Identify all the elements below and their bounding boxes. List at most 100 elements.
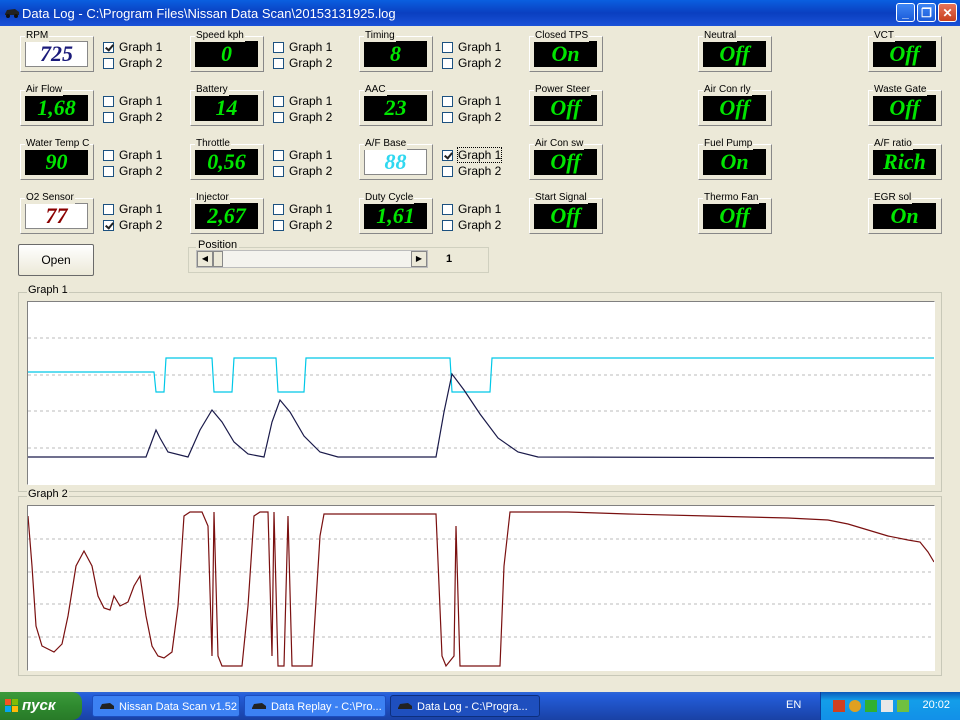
checkbox-graph-1[interactable]: Graph 1 — [273, 202, 332, 216]
checkbox-graph-1[interactable]: Graph 1 — [442, 147, 503, 163]
checkbox-box[interactable] — [273, 150, 284, 161]
gauge-value: 23 — [364, 95, 427, 121]
checkbox-graph-2[interactable]: Graph 2 — [442, 218, 501, 232]
checkbox-graph-2[interactable]: Graph 2 — [103, 56, 162, 70]
tray-clock-icon[interactable] — [849, 700, 861, 712]
open-button[interactable]: Open — [18, 244, 94, 276]
checkbox-graph-2[interactable]: Graph 2 — [442, 164, 501, 178]
task-data-log[interactable]: Data Log - C:\Progra... — [390, 695, 540, 717]
gauge-value: 88 — [364, 149, 427, 175]
gauge-label: Air Con rly — [703, 84, 752, 96]
checkbox-label: Graph 2 — [458, 164, 502, 178]
checkbox-box[interactable] — [442, 204, 453, 215]
tray-app-icon[interactable] — [833, 700, 845, 712]
gauge-label: AAC — [364, 84, 387, 96]
tray-network-icon[interactable] — [897, 700, 909, 712]
checkbox-box[interactable] — [103, 112, 114, 123]
checkbox-graph-2[interactable]: Graph 2 — [442, 56, 501, 70]
checkbox-box[interactable] — [442, 96, 453, 107]
checkbox-graph-1[interactable]: Graph 1 — [273, 40, 332, 54]
checkbox-box[interactable] — [442, 220, 453, 231]
gauge-value: 2,67 — [195, 203, 258, 229]
position-scrollbar[interactable]: ◀ ▶ — [196, 250, 428, 268]
restore-button[interactable]: ❐ — [917, 3, 936, 22]
checkbox-graph-1[interactable]: Graph 1 — [103, 40, 162, 54]
gauge-label: RPM — [25, 30, 50, 42]
checkbox-label: Graph 1 — [289, 202, 333, 216]
language-indicator[interactable]: EN — [786, 699, 801, 711]
checkbox-graph-2[interactable]: Graph 2 — [103, 110, 162, 124]
scroll-right-icon[interactable]: ▶ — [411, 251, 427, 267]
task-nissan-data-scan[interactable]: Nissan Data Scan v1.52 — [92, 695, 240, 717]
gauge-label: Waste Gate — [873, 84, 928, 96]
checkbox-label: Graph 1 — [289, 40, 333, 54]
checkbox-graph-1[interactable]: Graph 1 — [103, 94, 162, 108]
checkbox-label: Graph 1 — [289, 94, 333, 108]
gauge-value: 90 — [25, 149, 88, 175]
gauge-value: Rich — [873, 149, 936, 175]
checkbox-box[interactable] — [273, 112, 284, 123]
checkbox-graph-2[interactable]: Graph 2 — [442, 110, 501, 124]
checkbox-graph-1[interactable]: Graph 1 — [442, 40, 501, 54]
minimize-button[interactable]: _ — [896, 3, 915, 22]
graph-1-canvas — [28, 337, 935, 459]
gauge-label: Duty Cycle — [364, 192, 415, 204]
checkbox-graph-2[interactable]: Graph 2 — [273, 110, 332, 124]
checkbox-box[interactable] — [273, 96, 284, 107]
checkbox-box[interactable] — [442, 112, 453, 123]
checkbox-box[interactable] — [103, 42, 114, 53]
checkbox-box[interactable] — [103, 150, 114, 161]
checkbox-box[interactable] — [273, 204, 284, 215]
gauge-value: 0 — [195, 41, 258, 67]
gauge-label: Timing — [364, 30, 396, 42]
checkbox-graph-2[interactable]: Graph 2 — [103, 218, 162, 232]
checkbox-label: Graph 1 — [119, 94, 163, 108]
checkbox-graph-1[interactable]: Graph 1 — [103, 202, 162, 216]
scroll-thumb[interactable] — [213, 251, 223, 267]
checkbox-graph-1[interactable]: Graph 1 — [442, 202, 501, 216]
checkbox-box[interactable] — [273, 166, 284, 177]
scroll-left-icon[interactable]: ◀ — [197, 251, 213, 267]
gauge-value: 0,56 — [195, 149, 258, 175]
tray-security-icon[interactable] — [865, 700, 877, 712]
checkbox-box[interactable] — [103, 96, 114, 107]
gauge-value: Off — [703, 95, 766, 121]
task-data-replay[interactable]: Data Replay - C:\Pro... — [244, 695, 386, 717]
checkbox-box[interactable] — [273, 58, 284, 69]
gauge-value: Off — [534, 95, 597, 121]
checkbox-graph-1[interactable]: Graph 1 — [442, 94, 501, 108]
checkbox-box[interactable] — [103, 58, 114, 69]
checkbox-box[interactable] — [103, 166, 114, 177]
checkbox-box[interactable] — [442, 58, 453, 69]
checkbox-box[interactable] — [273, 42, 284, 53]
checkbox-graph-2[interactable]: Graph 2 — [273, 218, 332, 232]
gauge-value: On — [703, 149, 766, 175]
task-label: Data Log - C:\Progra... — [417, 701, 528, 713]
checkbox-box[interactable] — [442, 150, 453, 161]
window-title: Data Log - C:\Program Files\Nissan Data … — [22, 6, 396, 21]
gauge-value: On — [534, 41, 597, 67]
checkbox-label: Graph 1 — [456, 147, 503, 163]
gauge-label: Closed TPS — [534, 30, 590, 42]
graph-1-group: Graph 1 — [18, 284, 942, 492]
start-button[interactable]: пуск — [0, 692, 82, 720]
checkbox-box[interactable] — [103, 220, 114, 231]
task-label: Nissan Data Scan v1.52 — [119, 701, 238, 713]
checkbox-graph-1[interactable]: Graph 1 — [273, 94, 332, 108]
gauge-value: 1,68 — [25, 95, 88, 121]
checkbox-graph-1[interactable]: Graph 1 — [103, 148, 162, 162]
checkbox-graph-1[interactable]: Graph 1 — [273, 148, 332, 162]
checkbox-graph-2[interactable]: Graph 2 — [103, 164, 162, 178]
window-titlebar[interactable]: Data Log - C:\Program Files\Nissan Data … — [0, 0, 960, 26]
checkbox-graph-2[interactable]: Graph 2 — [273, 164, 332, 178]
checkbox-graph-2[interactable]: Graph 2 — [273, 56, 332, 70]
gauge-label: Water Temp C — [25, 138, 91, 150]
checkbox-box[interactable] — [273, 220, 284, 231]
checkbox-box[interactable] — [442, 42, 453, 53]
checkbox-box[interactable] — [442, 166, 453, 177]
checkbox-label: Graph 2 — [458, 218, 502, 232]
volume-icon[interactable] — [881, 700, 893, 712]
car-icon — [398, 703, 412, 709]
checkbox-box[interactable] — [103, 204, 114, 215]
close-button[interactable]: ✕ — [938, 3, 957, 22]
